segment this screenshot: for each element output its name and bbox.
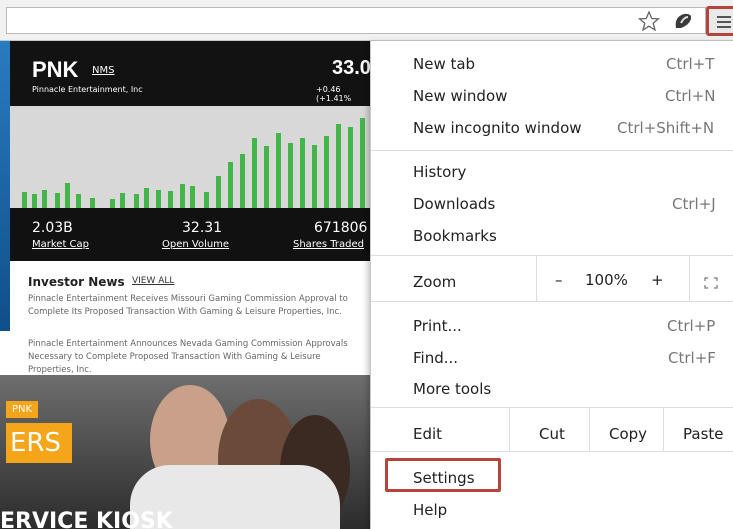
copy-button[interactable]: Copy [609, 425, 647, 443]
menu-separator [371, 301, 733, 302]
shortcut-find: Ctrl+F [668, 349, 716, 367]
menu-item-find[interactable]: Find... [413, 349, 458, 367]
promo-tag: PNK [6, 401, 39, 418]
paste-button[interactable]: Paste [683, 425, 724, 443]
stock-change: +0.46 (+1.41% [316, 85, 352, 103]
fullscreen-icon[interactable] [704, 277, 718, 289]
menu-separator [371, 255, 733, 256]
chrome-menu: New tab Ctrl+T New window Ctrl+N New inc… [370, 41, 733, 529]
market-cap-link[interactable]: Market Cap [32, 239, 89, 250]
stock-exchange-link[interactable]: NMS [92, 65, 114, 76]
open-volume-value: 32.31 [182, 220, 223, 236]
menu-divider [536, 255, 537, 301]
menu-item-settings[interactable]: Settings [413, 469, 475, 487]
chrome-menu-button[interactable] [706, 6, 733, 36]
menu-item-downloads[interactable]: Downloads [413, 195, 495, 213]
menu-separator [371, 150, 733, 151]
page-stripe [0, 41, 10, 331]
investor-news-title: Investor News [28, 275, 125, 289]
news-view-all-link[interactable]: VIEW ALL [132, 276, 174, 286]
zoom-in-button[interactable]: + [651, 271, 664, 289]
star-icon[interactable] [638, 11, 660, 31]
shortcut-new-tab: Ctrl+T [666, 55, 715, 73]
shortcut-new-incognito: Ctrl+Shift+N [617, 119, 715, 137]
cut-button[interactable]: Cut [539, 425, 565, 443]
menu-item-edit-label: Edit [413, 425, 443, 443]
open-volume-link[interactable]: Open Volume [162, 239, 229, 250]
stock-ticker: PNK [32, 57, 79, 82]
menu-item-new-tab[interactable]: New tab [413, 55, 475, 73]
zoom-level: 100% [585, 271, 628, 289]
menu-item-new-window[interactable]: New window [413, 87, 507, 105]
company-name: Pinnacle Entertainment, Inc [32, 85, 143, 94]
menu-divider [589, 407, 590, 451]
shortcut-print: Ctrl+P [667, 317, 716, 335]
menu-divider [689, 255, 690, 301]
news-item[interactable]: Pinnacle Entertainment Announces Nevada … [28, 338, 348, 377]
news-item[interactable]: Pinnacle Entertainment Receives Missouri… [28, 293, 348, 319]
hamburger-menu-icon [717, 16, 731, 18]
menu-item-new-incognito[interactable]: New incognito window [413, 119, 582, 137]
stock-stats: 2.03B Market Cap 32.31 Open Volume 67180… [10, 208, 372, 261]
extension-icon[interactable] [672, 11, 694, 31]
menu-item-more-tools[interactable]: More tools [413, 380, 491, 398]
promo-kiosk-text: ERVICE KIOSK [0, 509, 173, 529]
zoom-out-button[interactable]: – [555, 271, 563, 289]
menu-item-help[interactable]: Help [413, 501, 447, 519]
menu-separator [371, 451, 733, 452]
shares-traded-link[interactable]: Shares Traded [293, 239, 364, 250]
menu-item-bookmarks[interactable]: Bookmarks [413, 227, 497, 245]
shares-traded-value: 671806 [314, 220, 368, 236]
promo-heading: ERS [6, 423, 72, 463]
shortcut-new-window: Ctrl+N [665, 87, 716, 105]
market-cap-value: 2.03B [32, 220, 73, 236]
menu-item-print[interactable]: Print... [413, 317, 462, 335]
promo-banner: PNK ERS ERVICE KIOSK [0, 375, 372, 529]
menu-divider [663, 407, 664, 451]
browser-toolbar [0, 0, 733, 41]
address-bar[interactable] [6, 7, 706, 34]
menu-separator [371, 407, 733, 408]
menu-item-zoom-label: Zoom [413, 273, 457, 291]
volume-chart [10, 106, 372, 208]
shortcut-downloads: Ctrl+J [672, 195, 716, 213]
menu-divider [509, 407, 510, 451]
menu-item-history[interactable]: History [413, 163, 466, 181]
